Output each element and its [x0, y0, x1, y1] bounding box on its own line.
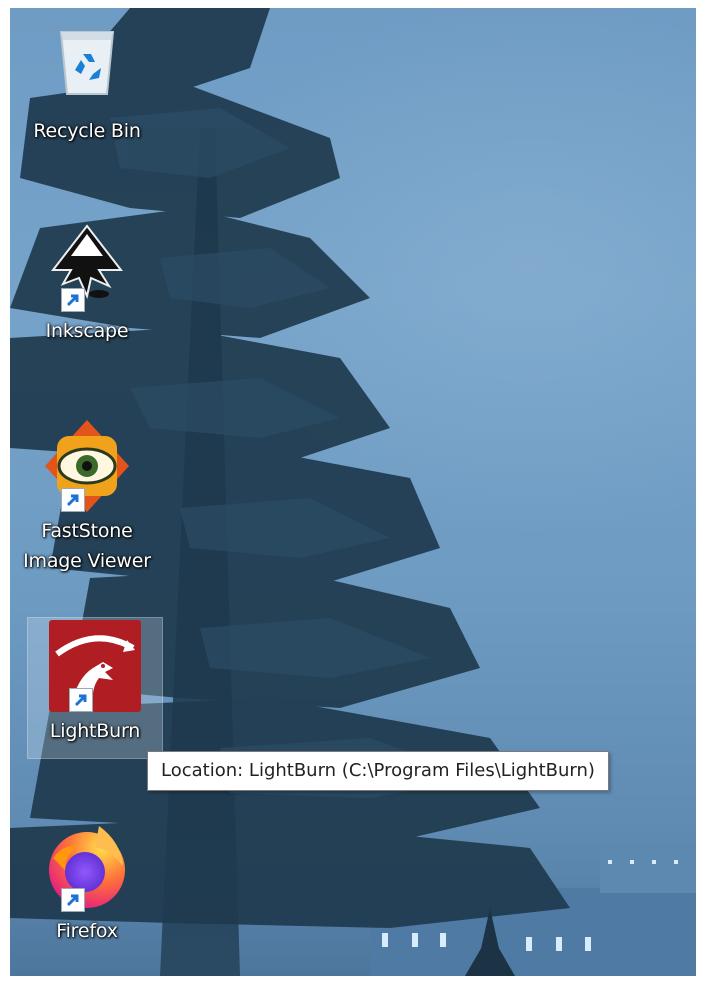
desktop-icon-lightburn[interactable]: LightBurn [27, 617, 163, 759]
desktop-icon-recycle-bin[interactable]: Recycle Bin [12, 18, 162, 146]
firefox-icon [39, 818, 135, 914]
inkscape-icon [39, 218, 135, 314]
desktop-icon-label: Inkscape [45, 320, 129, 342]
shortcut-arrow-icon [61, 488, 85, 512]
lightburn-icon [47, 618, 143, 714]
desktop-icon-firefox[interactable]: Firefox [12, 818, 162, 946]
desktop-icon-faststone[interactable]: FastStone Image Viewer [12, 418, 162, 576]
desktop-icon-label: Firefox [56, 920, 118, 942]
shortcut-arrow-icon [61, 288, 85, 312]
shortcut-arrow-icon [61, 888, 85, 912]
faststone-icon [39, 418, 135, 514]
desktop-icon-label: Recycle Bin [33, 120, 141, 142]
desktop-icon-inkscape[interactable]: Inkscape [12, 218, 162, 346]
tooltip: Location: LightBurn (C:\Program Files\Li… [147, 751, 609, 791]
desktop-icon-label: FastStone Image Viewer [23, 520, 151, 572]
shortcut-arrow-icon [69, 688, 93, 712]
recycle-bin-icon [39, 18, 135, 114]
desktop-icon-label: LightBurn [49, 720, 141, 742]
desktop[interactable]: Recycle Bin Inkscape FastStone Image Vie… [10, 8, 696, 976]
